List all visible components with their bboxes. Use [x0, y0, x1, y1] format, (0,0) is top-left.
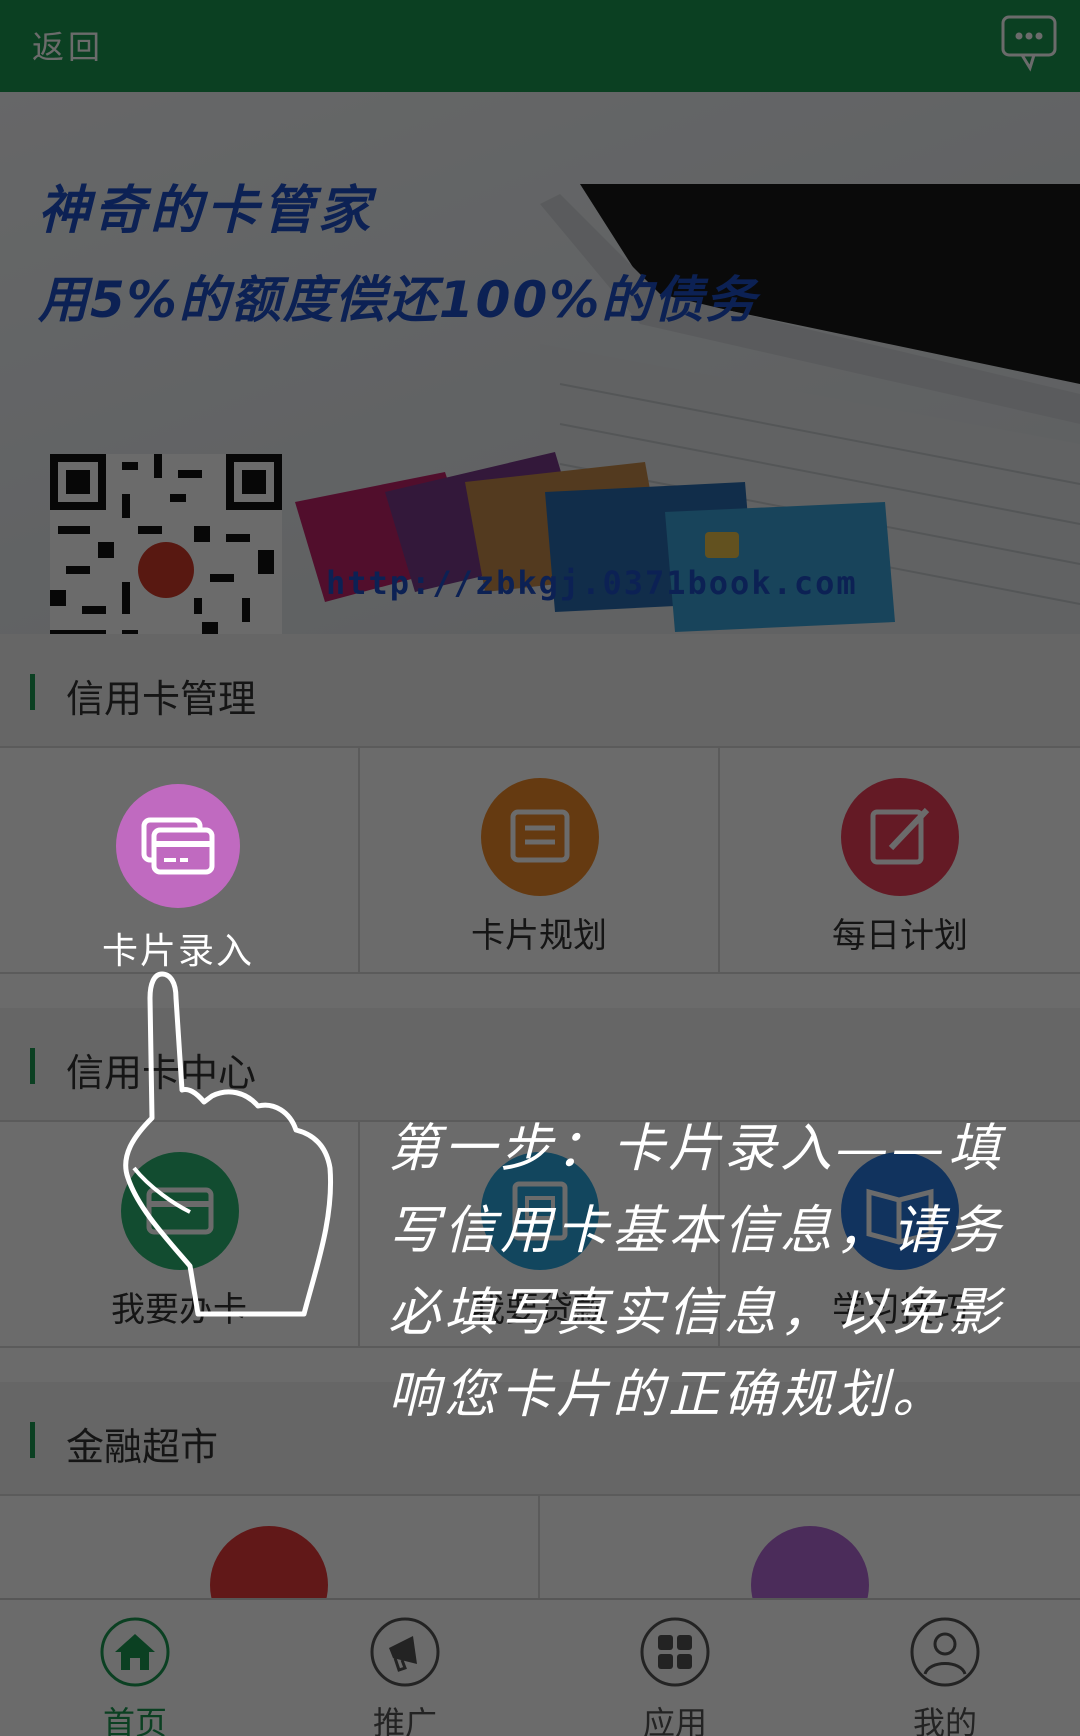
card-planning-cell[interactable]: 卡片规划 [360, 748, 720, 972]
section-accent-bar [30, 674, 35, 710]
qr-code-image [50, 454, 282, 634]
credit-cards-illustration [295, 452, 895, 632]
cards-icon[interactable] [116, 784, 240, 908]
home-icon [100, 1617, 170, 1687]
section-title: 金融超市 [66, 1425, 219, 1469]
card-planning-label: 卡片规划 [471, 916, 607, 956]
finance-item-cell[interactable] [0, 1496, 540, 1604]
section-accent-bar [30, 1422, 35, 1458]
list-document-icon [481, 778, 599, 896]
tab-promote[interactable]: 推广 [270, 1600, 540, 1736]
section-title: 信用卡管理 [66, 677, 257, 721]
daily-plan-cell[interactable]: 每日计划 [720, 748, 1080, 972]
bottom-tab-bar: 首页 推广 应用 我的 [0, 1598, 1080, 1736]
promo-banner[interactable]: 神奇的卡管家 用5%的额度偿还100%的债务 http://zbkgj.0371… [0, 92, 1080, 634]
user-icon [910, 1617, 980, 1687]
section-accent-bar [30, 1048, 35, 1084]
tab-label: 我的 [912, 1704, 977, 1736]
tab-label: 首页 [102, 1704, 167, 1736]
apps-grid-icon [640, 1617, 710, 1687]
tab-home[interactable]: 首页 [0, 1600, 270, 1736]
tab-label: 应用 [642, 1704, 707, 1736]
edit-pen-icon [841, 778, 959, 896]
back-button[interactable]: 返回 [32, 22, 104, 68]
pointing-hand-icon [123, 971, 334, 1317]
top-bar: 返回 [0, 0, 1080, 92]
megaphone-icon [370, 1617, 440, 1687]
card-red-icon [210, 1526, 328, 1604]
section-header-card-management: 信用卡管理 [0, 634, 1080, 746]
tab-mine[interactable]: 我的 [810, 1600, 1080, 1736]
chat-bubble-icon[interactable] [1000, 14, 1062, 72]
banner-url: http://zbkgj.0371book.com [326, 564, 858, 602]
banner-subtitle: 用5%的额度偿还100%的债务 [38, 271, 758, 329]
finance-market-grid [0, 1494, 1080, 1604]
finance-item-cell[interactable] [540, 1496, 1080, 1604]
tab-label: 推广 [372, 1704, 437, 1736]
tab-apps[interactable]: 应用 [540, 1600, 810, 1736]
daily-plan-label: 每日计划 [832, 916, 968, 956]
guide-tip-text: 第一步：卡片录入——填写信用卡基本信息，请务必填写真实信息，以免影响您卡片的正确… [388, 1119, 1005, 1425]
bag-icon [751, 1526, 869, 1604]
card-entry-label[interactable]: 卡片录入 [60, 922, 296, 974]
banner-title: 神奇的卡管家 [38, 181, 375, 241]
